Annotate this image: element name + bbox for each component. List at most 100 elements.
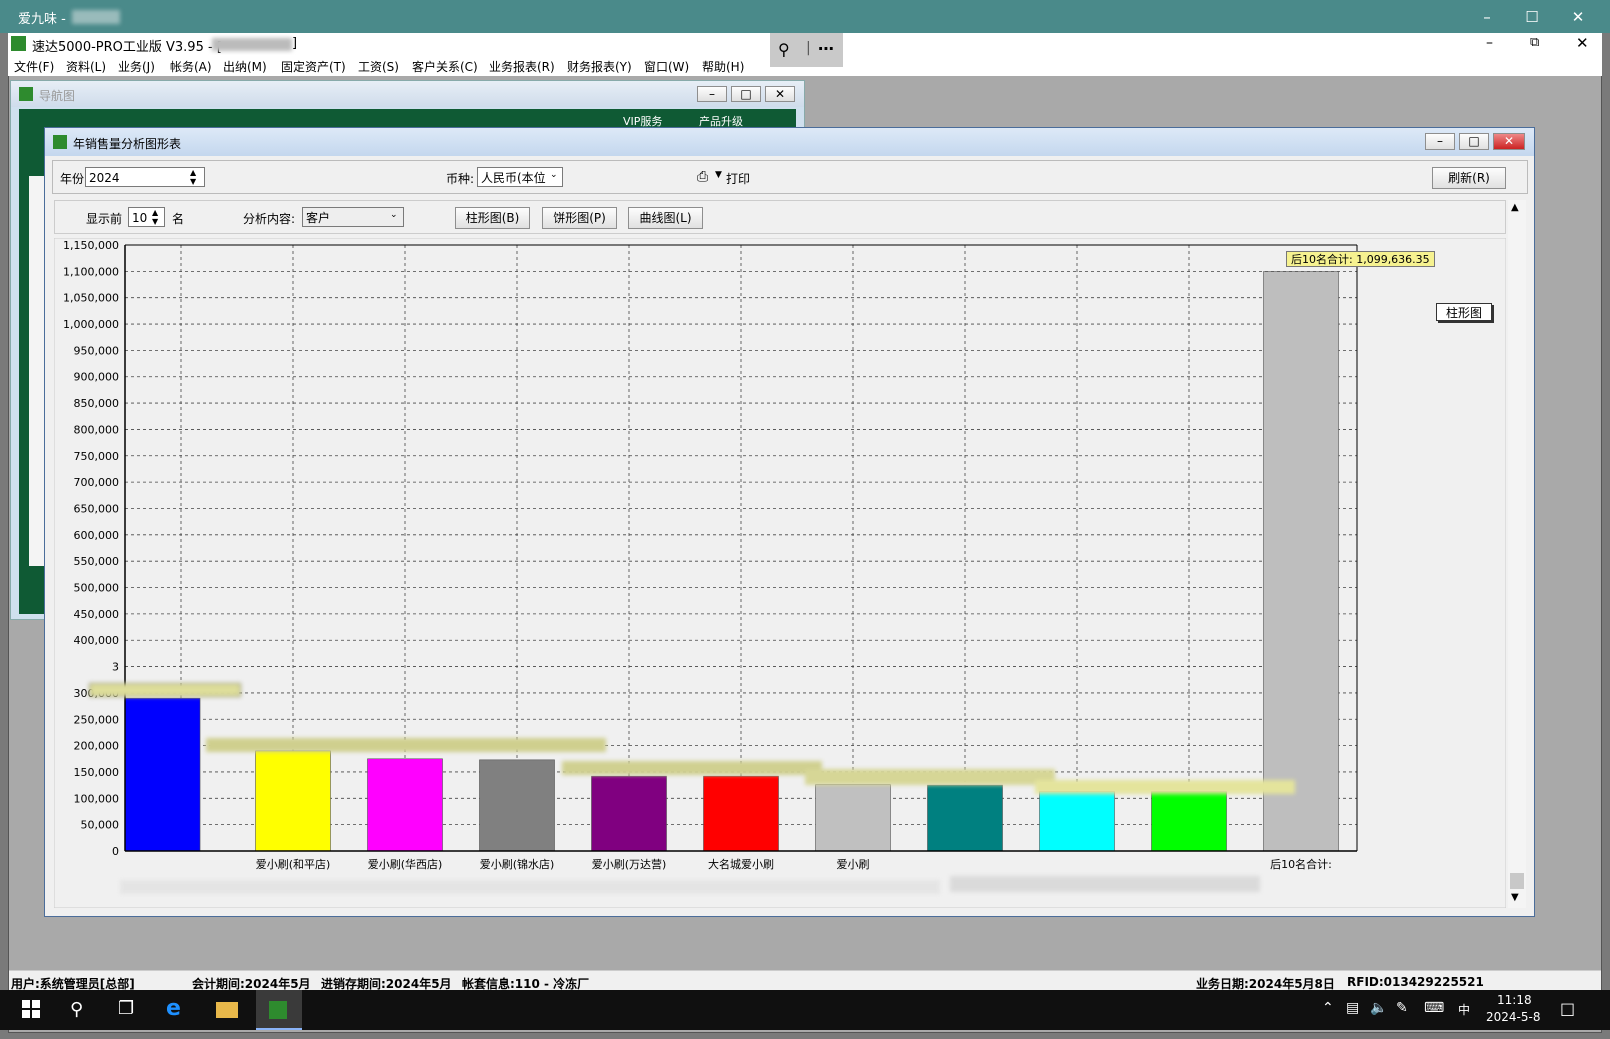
menu-file[interactable]: 文件(F)	[14, 58, 54, 75]
vertical-scrollbar[interactable]	[1508, 200, 1526, 908]
redacted-block	[72, 10, 120, 24]
nav-close-button[interactable]: ✕	[765, 86, 795, 102]
scroll-down-icon[interactable]: ▼	[1511, 892, 1519, 903]
taskbar: ⚲ ❐ e ⌃ ▤ 🔈 ✎ ⌨ 中 11:18 2024-5-8 □	[0, 990, 1610, 1030]
app-taskbar-icon	[269, 1001, 287, 1019]
menu-fixed-assets[interactable]: 固定资产(T)	[281, 58, 346, 75]
currency-label: 币种:	[446, 172, 475, 186]
menu-help[interactable]: 帮助(H)	[702, 58, 744, 75]
show-top-spinner-icon[interactable]: ▲ ▼	[152, 208, 158, 226]
status-rfid: RFID:013429225521	[1347, 975, 1484, 989]
task-view-icon[interactable]: ❐	[118, 998, 134, 1019]
mdi-minimize-icon[interactable]: –	[1486, 35, 1493, 51]
bar	[367, 758, 443, 852]
menu-accounts[interactable]: 帐务(A)	[170, 58, 212, 75]
network-icon[interactable]: ▤	[1346, 1000, 1359, 1016]
x-tick-label: 爱小刷(和平店)	[256, 857, 331, 871]
bar	[479, 759, 555, 852]
bar-callout	[1035, 780, 1295, 794]
bar-callout	[89, 683, 241, 697]
clock-date[interactable]: 2024-5-8	[1486, 1010, 1540, 1024]
tray-chevron-icon[interactable]: ⌃	[1322, 1000, 1334, 1016]
show-top-unit: 名	[172, 212, 185, 226]
scroll-thumb[interactable]	[1510, 873, 1524, 889]
year-input[interactable]: 2024	[85, 167, 205, 187]
y-tick-label: 0	[112, 845, 119, 858]
ie-icon[interactable]: e	[166, 996, 181, 1021]
menu-cashier[interactable]: 出纳(M)	[223, 58, 267, 75]
chevron-down-icon[interactable]: ⌄	[390, 210, 398, 220]
y-tick-label: 400,000	[74, 634, 120, 647]
y-tick-label: 450,000	[74, 608, 120, 621]
pen-icon[interactable]: ✎	[1396, 1000, 1408, 1016]
folder-icon[interactable]	[216, 1002, 238, 1018]
bar	[703, 775, 779, 852]
filter-bar	[52, 160, 1528, 194]
analysis-select[interactable]: 客户	[302, 207, 404, 227]
nav-logo-icon	[19, 87, 33, 101]
y-tick-label: 850,000	[74, 397, 120, 410]
menu-window[interactable]: 窗口(W)	[644, 58, 689, 75]
keyboard-icon[interactable]: ⌨	[1424, 1000, 1444, 1016]
minimize-icon[interactable]: –	[1465, 4, 1509, 30]
window-restore-button[interactable]: □	[1459, 133, 1489, 150]
status-bar: 用户:系统管理员[总部] 会计期间:2024年5月 进销存期间:2024年5月 …	[9, 970, 1601, 992]
print-button[interactable]: 打印	[726, 170, 750, 187]
y-tick-label: 3	[112, 661, 119, 674]
y-tick-label: 550,000	[74, 555, 120, 568]
y-tick-label: 50,000	[81, 819, 120, 832]
x-tick-label: 后10名合计:	[1270, 857, 1332, 871]
refresh-button[interactable]: 刷新(R)	[1432, 167, 1506, 189]
separator: |	[806, 40, 811, 56]
print-dropdown-icon[interactable]: ▼	[715, 170, 722, 180]
sales-window-title: 年销售量分析图形表	[73, 137, 182, 151]
year-spinner-icon[interactable]: ▲ ▼	[190, 168, 196, 186]
bar	[124, 697, 201, 852]
bar	[591, 775, 667, 852]
y-tick-label: 1,150,000	[63, 239, 119, 252]
x-tick-label: 爱小刷(锦水店)	[480, 857, 555, 871]
search-icon[interactable]: ⚲	[70, 999, 83, 1020]
nav-restore-button[interactable]: □	[731, 86, 761, 102]
y-tick-label: 250,000	[74, 713, 120, 726]
ime-indicator[interactable]: 中	[1458, 1001, 1470, 1018]
app-title: 速达5000-PRO工业版 V3.95 - [	[32, 40, 222, 55]
menu-business[interactable]: 业务(J)	[118, 58, 155, 75]
chevron-down-icon[interactable]: ⌄	[550, 170, 558, 180]
bar	[927, 784, 1003, 852]
bar	[1151, 791, 1227, 852]
bar-chart-button[interactable]: 柱形图(B)	[455, 207, 530, 229]
maximize-icon[interactable]: ☐	[1510, 4, 1554, 30]
printer-icon[interactable]: ⎙	[697, 169, 708, 185]
nav-minimize-button[interactable]: –	[697, 86, 727, 102]
pie-chart-button[interactable]: 饼形图(P)	[542, 207, 617, 229]
y-tick-label: 600,000	[74, 529, 120, 542]
x-tick-label: 大名城爱小刷	[708, 857, 774, 871]
menu-payroll[interactable]: 工资(S)	[358, 58, 399, 75]
y-tick-label: 1,000,000	[63, 318, 119, 331]
menu-crm[interactable]: 客户关系(C)	[412, 58, 478, 75]
window-minimize-button[interactable]: –	[1425, 133, 1455, 150]
scroll-up-icon[interactable]: ▲	[1511, 202, 1519, 213]
volume-muted-icon[interactable]: 🔈	[1370, 1000, 1387, 1016]
notification-icon[interactable]: □	[1560, 999, 1575, 1018]
mdi-restore-icon[interactable]: ⧉	[1530, 35, 1539, 50]
y-tick-label: 750,000	[74, 450, 120, 463]
zoom-icon[interactable]: ⚲	[778, 40, 790, 59]
line-chart-button[interactable]: 曲线图(L)	[628, 207, 703, 229]
menu-finance-reports[interactable]: 财务报表(Y)	[567, 58, 632, 75]
menu-data[interactable]: 资料(L)	[66, 58, 106, 75]
y-tick-label: 950,000	[74, 344, 120, 357]
close-icon[interactable]: ✕	[1556, 4, 1600, 30]
y-tick-label: 200,000	[74, 740, 120, 753]
show-top-input[interactable]: 10	[128, 207, 165, 227]
window-close-button[interactable]: ✕	[1493, 133, 1525, 150]
mdi-close-icon[interactable]: ✕	[1576, 34, 1589, 52]
more-icon[interactable]: ⋯	[818, 39, 834, 58]
clock-time[interactable]: 11:18	[1497, 993, 1532, 1007]
bar-callout	[805, 769, 1055, 785]
menu-business-reports[interactable]: 业务报表(R)	[489, 58, 555, 75]
start-icon[interactable]	[22, 1000, 40, 1018]
y-tick-label: 800,000	[74, 423, 120, 436]
y-tick-label: 1,050,000	[63, 292, 119, 305]
